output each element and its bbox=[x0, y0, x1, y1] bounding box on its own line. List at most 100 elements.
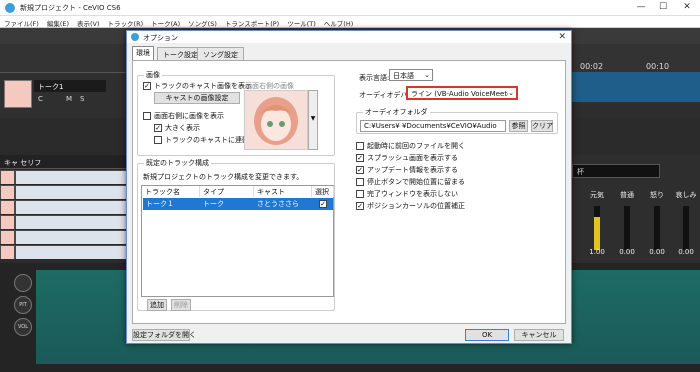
default-track-description: 新規プロジェクトのトラック構成を変更できます。 bbox=[143, 173, 304, 181]
checkbox-label: トラックのキャスト画像を表示 bbox=[154, 82, 252, 90]
checkbox-label: 起動時に前回のファイルを開く bbox=[367, 142, 465, 150]
emotion-value: 0.00 bbox=[649, 248, 665, 256]
language-label: 表示言語: bbox=[359, 74, 390, 82]
track-name[interactable]: トーク1 bbox=[34, 80, 106, 92]
track-solo-button[interactable]: S bbox=[80, 95, 84, 103]
cast-image-preview bbox=[244, 90, 308, 150]
open-last-file-checkbox[interactable] bbox=[356, 142, 364, 150]
dialogue-cell[interactable] bbox=[16, 246, 128, 259]
dialog-close-icon[interactable]: ✕ bbox=[558, 32, 566, 42]
emotion-value: 0.00 bbox=[678, 248, 694, 256]
clear-button[interactable]: クリア bbox=[531, 120, 553, 132]
tab-song-settings[interactable]: ソング設定 bbox=[197, 47, 244, 60]
row-select-checkbox[interactable]: ✓ bbox=[319, 200, 327, 208]
cast-avatar bbox=[1, 201, 14, 214]
dialogue-cell[interactable] bbox=[16, 186, 128, 199]
cast-image-settings-button[interactable]: キャストの画像設定 bbox=[154, 92, 240, 104]
track-cast-cell: さとうささら bbox=[257, 200, 299, 208]
chevron-down-icon: ⌄ bbox=[424, 71, 430, 79]
group-title: 既定のトラック構成 bbox=[144, 158, 211, 168]
column-header[interactable]: トラック名 bbox=[142, 186, 200, 197]
checkbox-label: トラックのキャストに連動 bbox=[165, 136, 249, 144]
chevron-down-icon: ⌄ bbox=[508, 89, 514, 97]
dialog-title: オプション bbox=[143, 34, 178, 42]
table-row[interactable]: トーク１ トーク さとうささら ✓ bbox=[143, 198, 333, 210]
tab-environment[interactable]: 環境 bbox=[132, 46, 154, 61]
language-select[interactable]: 日本語 ⌄ bbox=[389, 69, 433, 81]
cast-row[interactable] bbox=[0, 245, 128, 260]
emotion-label: 普通 bbox=[620, 191, 634, 199]
maximize-button[interactable]: ☐ bbox=[652, 2, 674, 14]
open-settings-folder-button[interactable]: 設定フォルダを開く bbox=[132, 329, 196, 341]
stop-at-start-checkbox[interactable] bbox=[356, 178, 364, 186]
checkbox-label: スプラッシュ画面を表示する bbox=[367, 154, 458, 162]
checkbox-label: 画面右側に画像を表示 bbox=[154, 112, 224, 120]
checkbox-label: 完了ウィンドウを表示しない bbox=[367, 190, 458, 198]
emotion-slider[interactable] bbox=[654, 206, 660, 250]
cast-row[interactable] bbox=[0, 185, 128, 200]
volume-knob[interactable]: VOL bbox=[14, 318, 32, 336]
cast-row[interactable] bbox=[0, 230, 128, 245]
column-header[interactable]: タイプ bbox=[200, 186, 254, 197]
cast-list bbox=[0, 170, 128, 260]
parameter-knob[interactable] bbox=[14, 274, 32, 292]
image-dropdown-icon[interactable]: ▼ bbox=[308, 90, 318, 150]
column-header[interactable]: 選択 bbox=[312, 186, 334, 197]
cursor-correction-checkbox[interactable]: ✓ bbox=[356, 202, 364, 210]
window-title: 新規プロジェクト - CeVIO CS6 bbox=[20, 4, 121, 12]
audio-folder-path[interactable]: C:¥Users¥ ¥Documents¥CeVIO¥Audio bbox=[360, 120, 506, 132]
cast-avatar bbox=[1, 246, 14, 259]
audio-device-select[interactable]: ライン (VB-Audio VoiceMeeter VA ⌄ bbox=[406, 86, 518, 100]
ok-button[interactable]: OK bbox=[465, 329, 509, 341]
track-mute-button[interactable]: M bbox=[66, 95, 72, 103]
track-avatar bbox=[4, 80, 32, 108]
dialog-title-bar: オプション bbox=[127, 31, 571, 43]
column-header[interactable]: キャスト bbox=[254, 186, 312, 197]
cast-search-box[interactable]: 杯 bbox=[572, 164, 660, 178]
checkbox-label: 停止ボタンで開始位置に留まる bbox=[367, 178, 465, 186]
default-track-table: トラック名 タイプ キャスト 選択 トーク１ トーク さとうささら ✓ bbox=[141, 185, 334, 297]
cast-avatar bbox=[1, 171, 14, 184]
show-updates-checkbox[interactable]: ✓ bbox=[356, 166, 364, 174]
emotion-slider[interactable] bbox=[624, 206, 630, 250]
cast-panel-header: キャ セリフ bbox=[0, 155, 128, 169]
cancel-button[interactable]: キャンセル bbox=[514, 329, 564, 341]
emotion-value: 0.00 bbox=[619, 248, 635, 256]
emotion-label: 怒り bbox=[650, 191, 664, 199]
emotion-label: 元気 bbox=[590, 191, 604, 199]
browse-button[interactable]: 参照 bbox=[509, 120, 528, 132]
menu-bar: ファイル(F) 編集(E) 表示(V) トラック(R) トーク(A) ソング(S) トランス… bbox=[0, 16, 700, 28]
dialogue-cell[interactable] bbox=[16, 231, 128, 244]
language-value: 日本語 bbox=[393, 72, 414, 80]
app-icon bbox=[5, 3, 15, 13]
title-bar: 新規プロジェクト - CeVIO CS6 — ☐ ✕ bbox=[0, 0, 700, 16]
timeline-mark: 00:02 bbox=[580, 62, 604, 71]
show-splash-checkbox[interactable]: ✓ bbox=[356, 154, 364, 162]
audio-device-value: ライン (VB-Audio VoiceMeeter VA bbox=[411, 90, 518, 98]
show-right-image-checkbox[interactable] bbox=[143, 112, 151, 120]
dialogue-cell[interactable] bbox=[16, 171, 128, 184]
character-portrait bbox=[254, 97, 298, 145]
hide-complete-window-checkbox[interactable] bbox=[356, 190, 364, 198]
add-track-button[interactable]: 追加 bbox=[147, 299, 167, 311]
show-cast-image-checkbox[interactable]: ✓ bbox=[143, 82, 151, 90]
minimize-button[interactable]: — bbox=[630, 2, 652, 14]
track-c-button[interactable]: C bbox=[38, 95, 43, 103]
delete-track-button[interactable]: 削除 bbox=[171, 299, 191, 311]
emotion-slider[interactable] bbox=[594, 206, 600, 250]
cast-row[interactable] bbox=[0, 215, 128, 230]
cast-row[interactable] bbox=[0, 170, 128, 185]
cast-row[interactable] bbox=[0, 200, 128, 215]
options-dialog: オプション ✕ 環境 トーク設定 ソング設定 画像 ✓ トラックのキャスト画像を… bbox=[126, 30, 572, 344]
emotion-slider[interactable] bbox=[683, 206, 689, 250]
cast-avatar bbox=[1, 231, 14, 244]
timeline-mark: 00:10 bbox=[646, 62, 670, 71]
dialogue-cell[interactable] bbox=[16, 216, 128, 229]
pitch-knob[interactable]: PIT bbox=[14, 296, 32, 314]
dialogue-cell[interactable] bbox=[16, 201, 128, 214]
emotion-label: 哀しみ bbox=[675, 191, 697, 199]
large-display-checkbox[interactable]: ✓ bbox=[154, 124, 162, 132]
link-to-cast-checkbox[interactable] bbox=[154, 136, 162, 144]
cast-avatar bbox=[1, 216, 14, 229]
close-button[interactable]: ✕ bbox=[676, 2, 698, 14]
